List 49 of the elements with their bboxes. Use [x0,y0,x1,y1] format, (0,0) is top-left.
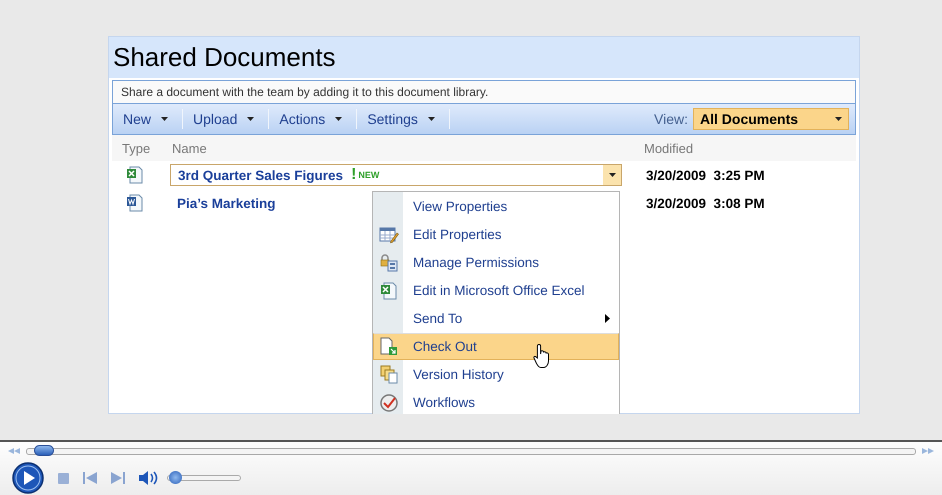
toolbar-menu-button[interactable]: New [113,109,184,129]
caret-icon [835,117,842,121]
menu-item[interactable]: Workflows [373,389,619,414]
new-mark: ! [351,166,356,184]
rewind-icon[interactable] [8,448,20,454]
toolbar-menu-button[interactable]: Settings [357,109,450,129]
menu-item[interactable]: Manage Permissions [373,249,619,276]
stop-icon[interactable] [58,472,69,484]
menu-item[interactable]: Send To [373,305,619,332]
toolbar-menu-button[interactable]: Actions [269,109,358,129]
modified-date: 3/20/2009 3:25 PM [646,168,765,182]
document-arrow-icon [379,337,399,356]
modified-date: 3/20/2009 3:08 PM [646,196,765,210]
caret-icon [247,117,254,121]
seek-thumb[interactable] [34,444,54,456]
toolbar-menu-button[interactable]: Upload [183,109,270,129]
previous-icon[interactable] [83,472,97,484]
stacked-pages-icon [379,365,399,384]
document-icon [126,194,144,212]
menu-item[interactable]: View Properties [373,193,619,220]
caret-icon [161,117,168,121]
next-icon[interactable] [111,472,125,484]
spreadsheet-icon [380,282,398,300]
document-link[interactable]: 3rd Quarter Sales Figures [178,168,344,182]
fast-forward-icon[interactable] [922,448,934,454]
column-header: Name [172,140,208,156]
column-header: Modified [644,140,694,156]
caret-icon [428,117,435,121]
speaker-icon[interactable] [139,470,159,486]
submenu-arrow-icon [605,314,610,323]
library-description: Share a document with the team by adding it to this document library. [112,80,856,104]
document-link[interactable]: Pia’s Marketing [177,196,276,210]
pencil-table-icon [379,226,399,244]
menu-item[interactable]: Check Out [373,333,619,360]
menu-item[interactable]: Edit Properties [373,221,619,248]
library-title: Shared Documents [113,41,337,74]
item-menu-button[interactable] [603,165,621,185]
spreadsheet-icon [126,166,144,184]
view-label: View: [654,111,688,127]
new-label: NEW [358,170,380,180]
view-dropdown[interactable]: All Documents [693,108,849,130]
volume-thumb[interactable] [169,471,182,484]
checkmark-circle-icon [379,392,399,412]
column-header: Type [121,140,152,156]
caret-icon [608,173,616,177]
lock-icon [379,254,399,272]
play-button[interactable] [12,462,44,494]
menu-item[interactable]: Edit in Microsoft Office Excel [373,277,619,304]
caret-icon [335,117,342,121]
